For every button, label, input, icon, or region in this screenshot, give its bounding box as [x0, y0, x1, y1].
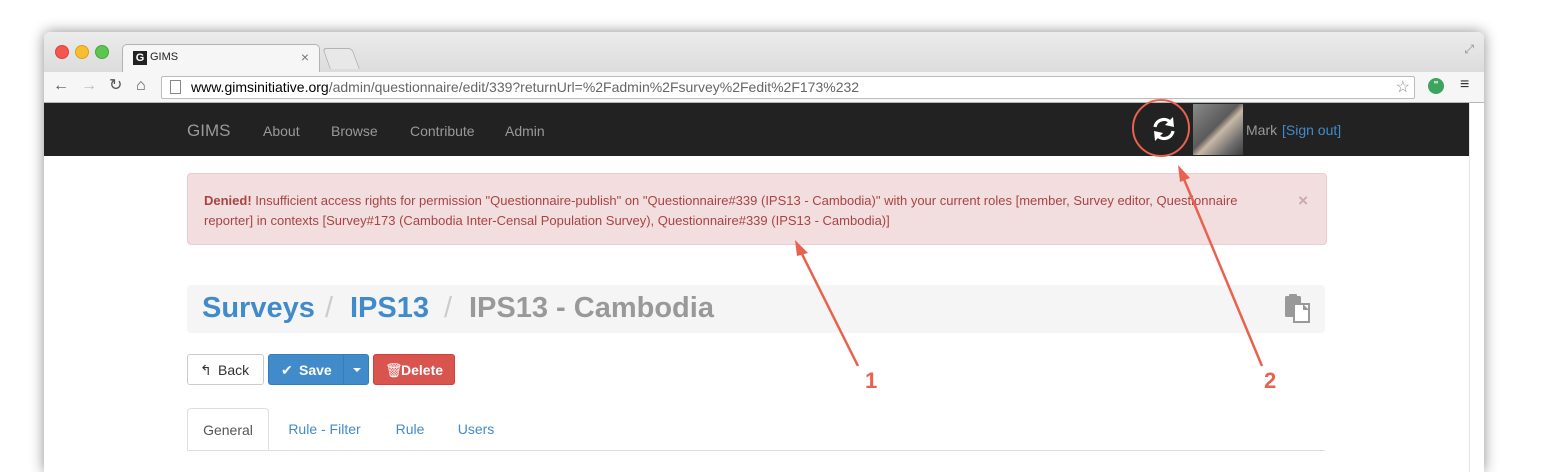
minimize-window-button[interactable]: [75, 45, 89, 59]
reply-arrow-icon: ↰: [200, 362, 212, 378]
save-button[interactable]: ✔ Save: [268, 354, 344, 385]
alert-message: Denied! Insufficient access rights for p…: [204, 191, 1264, 231]
page-icon: [170, 80, 181, 94]
browser-window: G GIMS × ⤢ ← → ↻ ⌂ www.gimsinitiative.or…: [44, 32, 1484, 472]
star-icon[interactable]: ☆: [1396, 77, 1410, 97]
close-window-button[interactable]: [55, 45, 69, 59]
breadcrumb-surveys[interactable]: Surveys: [202, 292, 315, 325]
forward-icon[interactable]: →: [81, 76, 97, 96]
zoom-window-button[interactable]: [95, 45, 109, 59]
navbar-brand[interactable]: GIMS: [187, 121, 230, 141]
access-denied-alert: Denied! Insufficient access rights for p…: [187, 173, 1327, 245]
address-bar[interactable]: www.gimsinitiative.org/admin/questionnai…: [161, 76, 1415, 99]
annotation-label-2: 2: [1264, 368, 1277, 393]
delete-button[interactable]: 🗑 Delete: [373, 354, 455, 385]
nav-link-browse[interactable]: Browse: [331, 123, 378, 139]
breadcrumb-separator: /: [325, 292, 334, 324]
breadcrumb-separator: /: [444, 292, 453, 324]
alert-close-icon[interactable]: ×: [1298, 191, 1308, 211]
browser-tab[interactable]: G GIMS ×: [122, 44, 320, 73]
gims-favicon-icon: G: [133, 51, 147, 65]
tab-rule-filter[interactable]: Rule - Filter: [283, 408, 366, 450]
menu-icon[interactable]: ≡: [1460, 76, 1469, 94]
tab-title: GIMS: [150, 51, 179, 63]
tab-close-icon[interactable]: ×: [301, 49, 309, 65]
user-name: Mark: [1246, 122, 1278, 138]
home-icon[interactable]: ⌂: [136, 76, 146, 96]
nav-link-about[interactable]: About: [263, 123, 300, 139]
sign-out-link[interactable]: [Sign out]: [1282, 122, 1341, 138]
reload-icon[interactable]: ↻: [109, 76, 122, 96]
clipboard-icon[interactable]: [1283, 293, 1311, 323]
url-text[interactable]: www.gimsinitiative.org/admin/questionnai…: [191, 79, 859, 95]
avatar[interactable]: [1193, 104, 1243, 155]
annotation-label-1: 1: [865, 368, 878, 393]
tab-rule[interactable]: Rule: [390, 408, 430, 450]
breadcrumb-current: IPS13 - Cambodia: [469, 292, 714, 324]
breadcrumb-ips13[interactable]: IPS13: [350, 292, 429, 325]
scrollbar[interactable]: [1469, 103, 1484, 472]
questionnaire-tabs: General Rule - Filter Rule Users: [187, 408, 1325, 451]
site-navbar: GIMS About Browse Contribute Admin Mark …: [44, 103, 1469, 156]
save-options-dropdown[interactable]: [343, 354, 369, 385]
new-tab-button[interactable]: [322, 48, 360, 69]
nav-link-admin[interactable]: Admin: [505, 123, 545, 139]
caret-down-icon: [353, 368, 361, 372]
title-bar: G GIMS × ⤢: [44, 32, 1484, 73]
fullscreen-icon[interactable]: ⤢: [1464, 42, 1474, 57]
extension-icon[interactable]: ": [1428, 78, 1444, 94]
back-button[interactable]: ↰ Back: [187, 354, 264, 385]
annotation-circle: [1132, 99, 1190, 157]
alert-body: Insufficient access rights for permissio…: [204, 193, 1238, 228]
tab-users[interactable]: Users: [454, 408, 498, 450]
alert-title: Denied!: [204, 193, 252, 208]
nav-link-contribute[interactable]: Contribute: [410, 123, 475, 139]
breadcrumb: Surveys / IPS13 / IPS13 - Cambodia: [187, 285, 1325, 333]
tab-general[interactable]: General: [187, 408, 269, 450]
back-icon[interactable]: ←: [53, 76, 69, 96]
page-content: GIMS About Browse Contribute Admin Mark …: [44, 103, 1469, 472]
check-icon: ✔: [281, 362, 293, 378]
browser-toolbar: ← → ↻ ⌂ www.gimsinitiative.org/admin/que…: [44, 72, 1484, 103]
